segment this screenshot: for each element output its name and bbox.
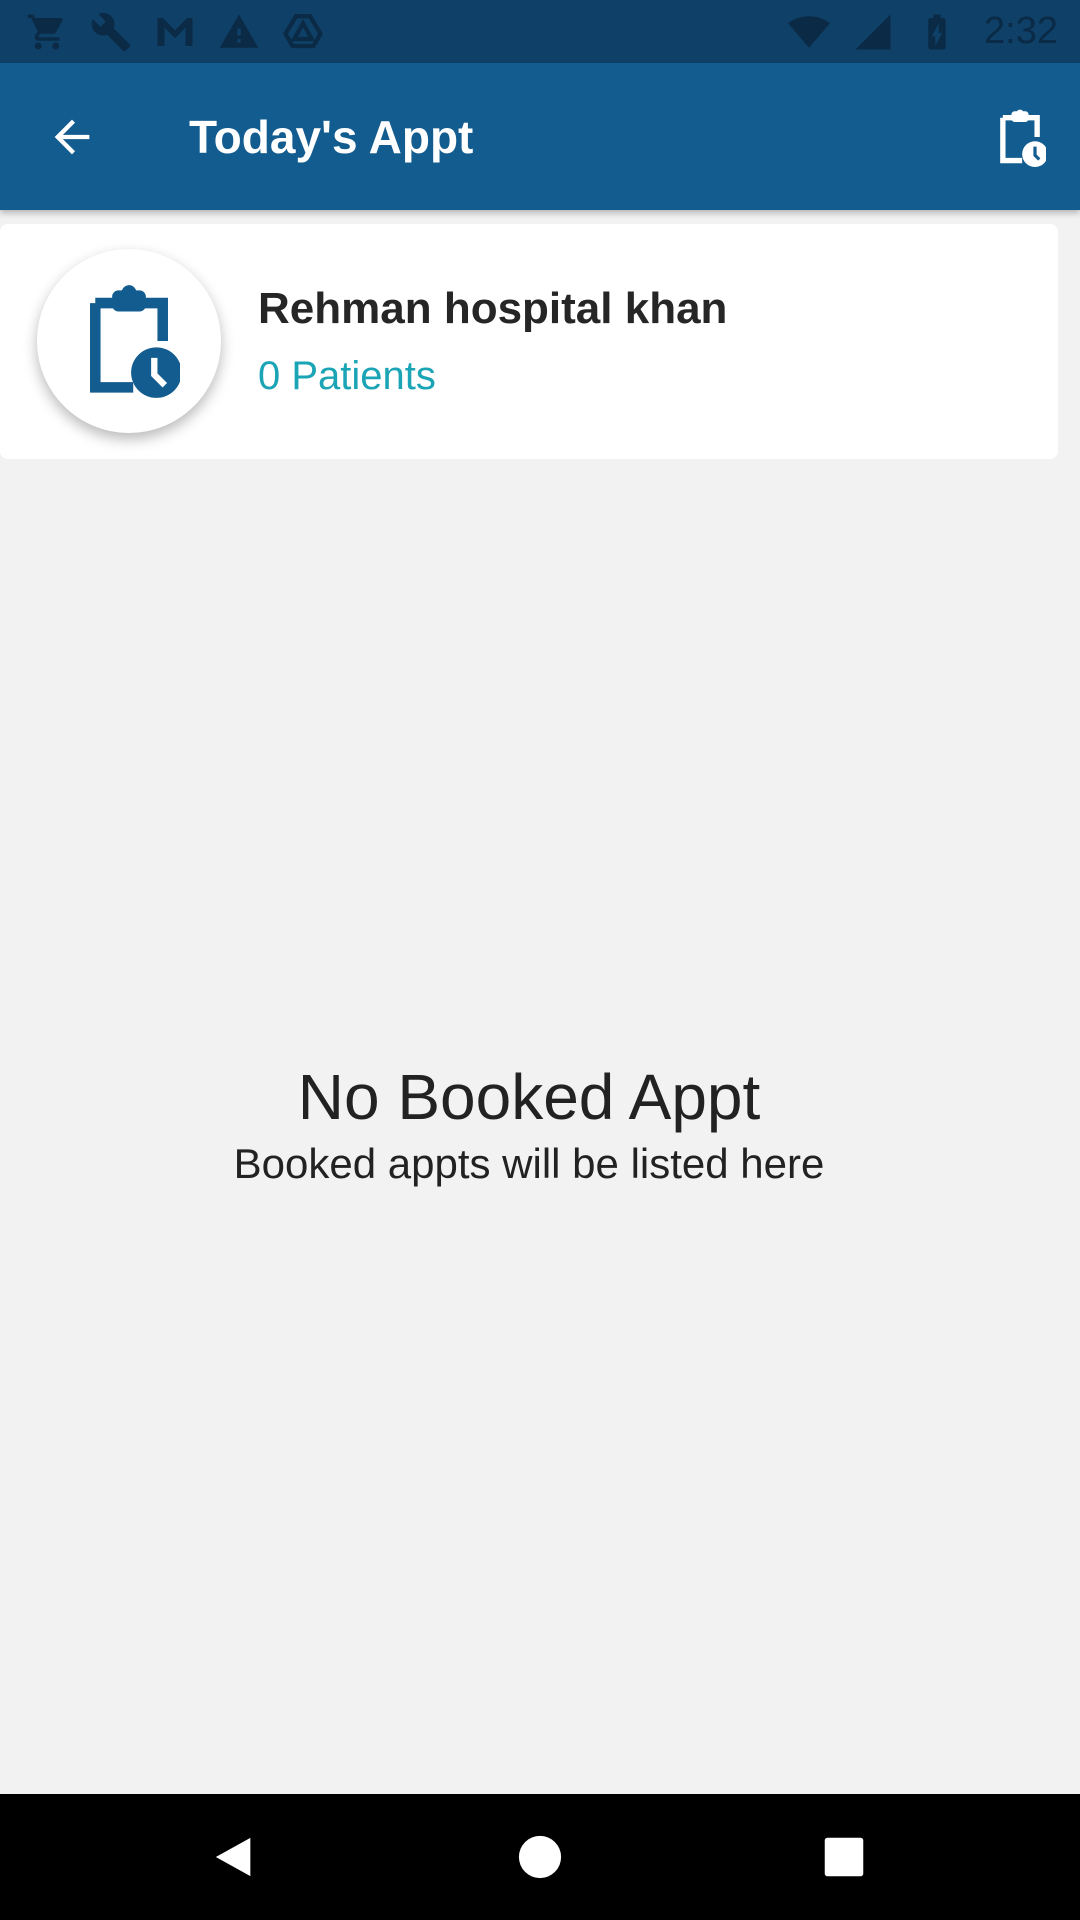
clipboard-clock-icon [1000,109,1046,167]
clinic-name: Rehman hospital khan [258,284,728,333]
status-bar: 2:32 [0,0,1080,63]
signal-icon [852,11,894,53]
empty-state-subtitle: Booked appts will be listed here [233,1140,825,1187]
app-bar: Today's Appt [0,63,1080,210]
patient-count: 0 Patients [258,354,436,398]
battery-icon [916,11,958,53]
drive-icon [282,11,324,53]
recents-square-icon [824,1837,864,1877]
nav-back-button[interactable] [200,1822,270,1892]
status-time: 2:32 [984,10,1058,52]
arrow-left-icon [54,119,90,155]
clinic-avatar [37,249,221,433]
gmail-icon [154,11,196,53]
system-nav-bar [0,1794,1080,1920]
status-right-icons: 2:32 [788,10,1058,53]
nav-home-button[interactable] [505,1822,575,1892]
empty-state: No Booked Appt Booked appts will be list… [0,1060,1058,1188]
appointment-schedule-button[interactable] [982,99,1058,175]
back-button[interactable] [34,99,110,175]
wifi-icon [788,11,831,53]
wrench-icon [90,11,132,53]
clinic-card[interactable]: Rehman hospital khan 0 Patients [0,224,1058,459]
warning-icon [218,11,260,53]
empty-state-title: No Booked Appt [297,1061,761,1133]
clipboard-clock-icon [90,285,180,398]
status-left-icons [26,11,324,53]
home-circle-icon [518,1835,562,1879]
cart-icon [26,11,68,53]
page-title: Today's Appt [189,110,474,163]
nav-recents-button[interactable] [809,1822,879,1892]
back-triangle-icon [215,1837,251,1877]
